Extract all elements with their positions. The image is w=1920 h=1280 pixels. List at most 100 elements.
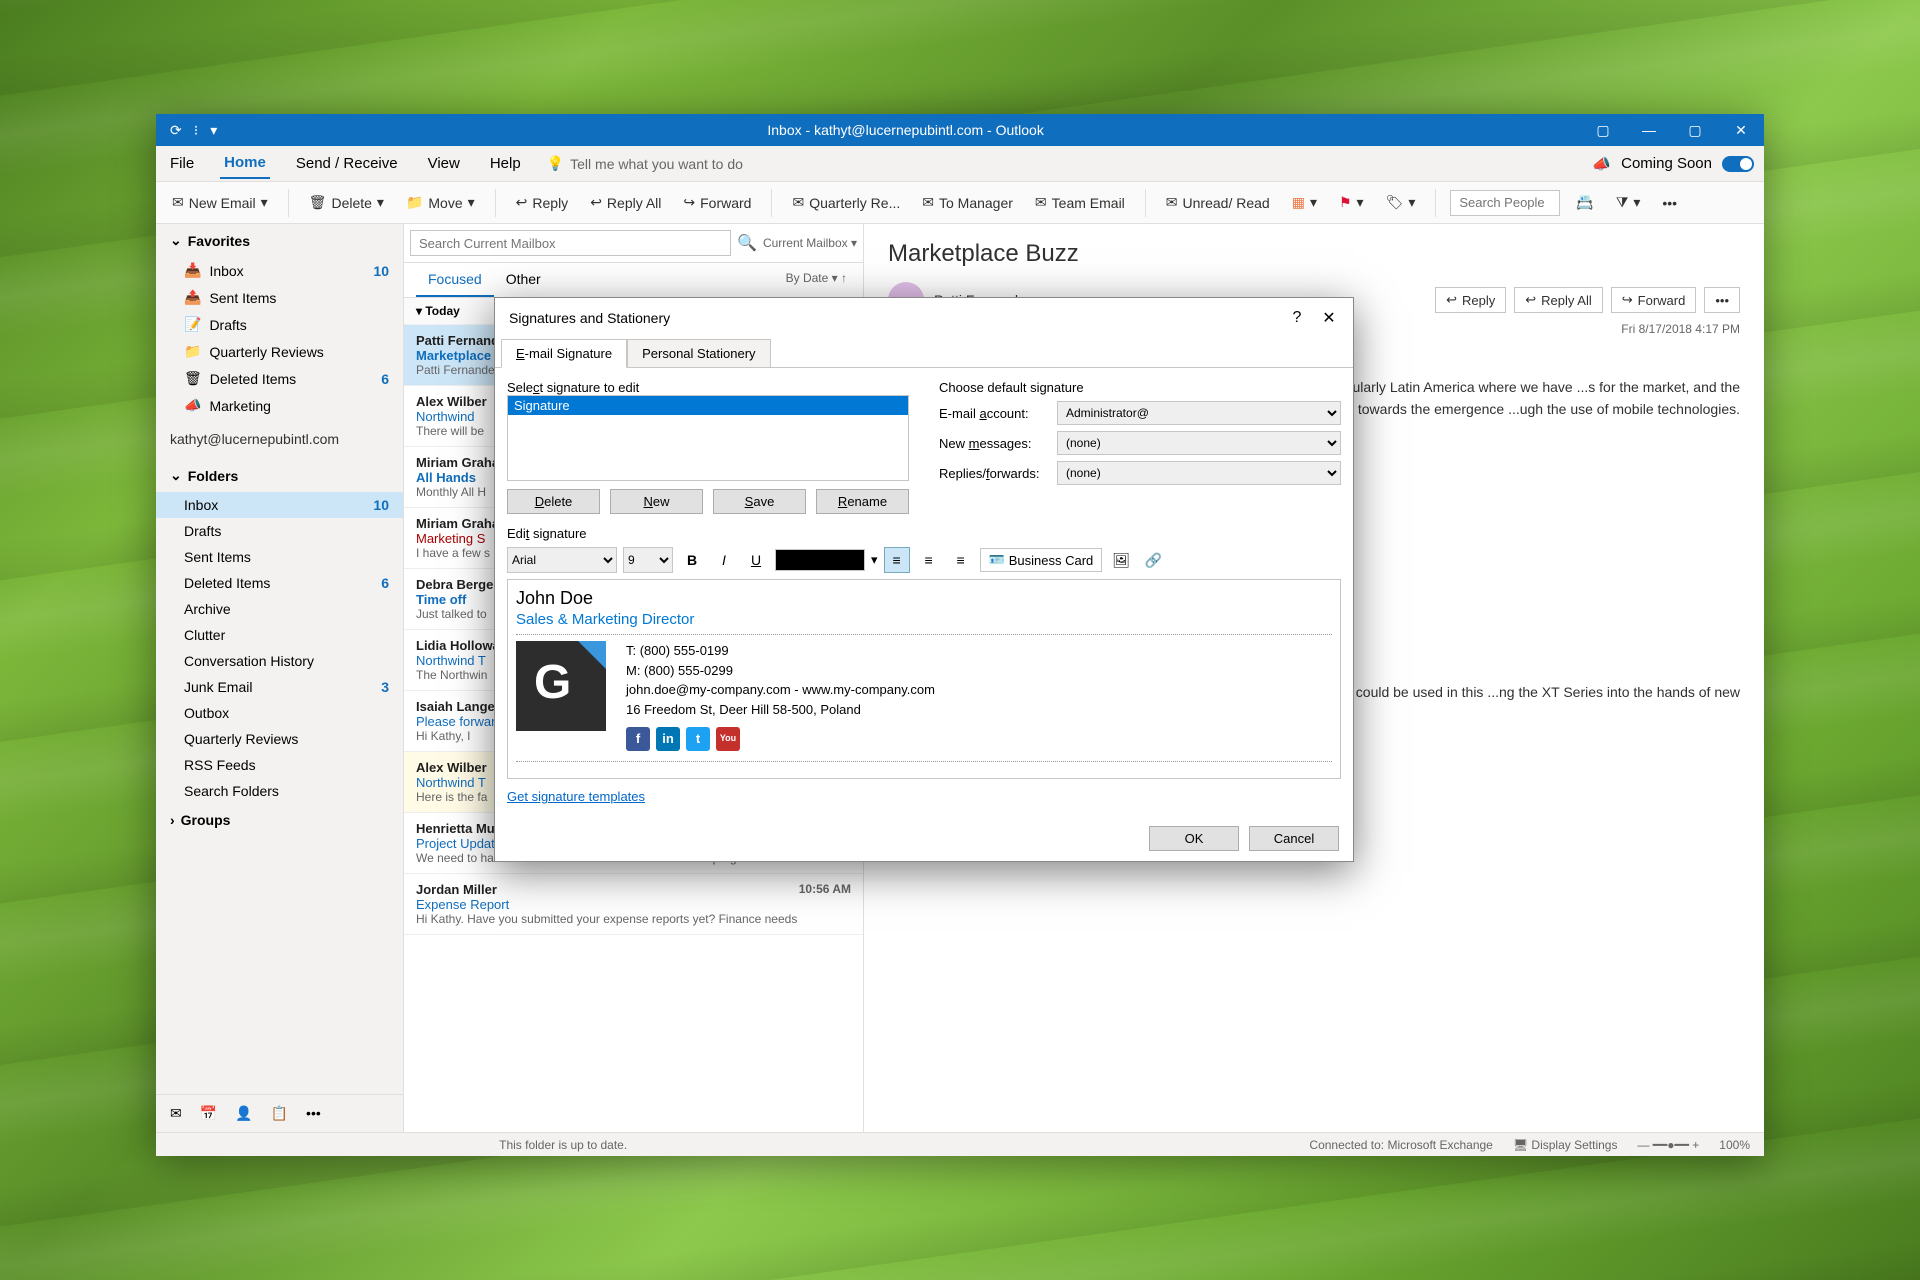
insert-link-button[interactable]: 🔗 bbox=[1140, 547, 1166, 573]
favorite-item[interactable]: 📝Drafts bbox=[156, 311, 403, 338]
folder-item[interactable]: Quarterly Reviews bbox=[156, 726, 403, 752]
folder-item[interactable]: Conversation History bbox=[156, 648, 403, 674]
forward-button[interactable]: ↪Forward bbox=[677, 190, 757, 215]
save-signature-button[interactable]: Save bbox=[713, 489, 806, 514]
search-people-input[interactable] bbox=[1450, 190, 1560, 216]
quick-step-team-email[interactable]: ✉Team Email bbox=[1029, 190, 1131, 215]
sync-icon[interactable]: ⟳ bbox=[170, 122, 182, 139]
signature-list-item[interactable]: Signature bbox=[508, 396, 908, 415]
tell-me-search[interactable]: 💡 Tell me what you want to do bbox=[547, 155, 743, 172]
display-settings-button[interactable]: 🖥 Display Settings bbox=[1513, 1138, 1618, 1152]
align-left-button[interactable]: ≡ bbox=[884, 547, 910, 573]
zoom-slider[interactable]: — ━━●━━ + bbox=[1637, 1138, 1699, 1152]
replies-forwards-select[interactable]: (none) bbox=[1057, 461, 1341, 485]
minimize-button[interactable]: — bbox=[1626, 114, 1672, 146]
align-right-button[interactable]: ≡ bbox=[948, 547, 974, 573]
people-nav-icon[interactable]: 👤 bbox=[235, 1105, 252, 1122]
favorite-item[interactable]: 📁Quarterly Reviews bbox=[156, 338, 403, 365]
coming-soon-toggle[interactable] bbox=[1722, 156, 1754, 172]
close-button[interactable]: ✕ bbox=[1718, 114, 1764, 146]
reply-all-button[interactable]: ↩Reply All bbox=[584, 190, 667, 215]
reply-button[interactable]: ↩Reply bbox=[510, 190, 575, 215]
folder-item[interactable]: Deleted Items6 bbox=[156, 570, 403, 596]
get-templates-link[interactable]: Get signature templates bbox=[507, 789, 645, 804]
flag-button[interactable]: ⚑▾ bbox=[1333, 190, 1370, 215]
delete-signature-button[interactable]: Delete bbox=[507, 489, 600, 514]
new-email-button[interactable]: ✉New Email ▾ bbox=[166, 190, 274, 215]
folder-item[interactable]: RSS Feeds bbox=[156, 752, 403, 778]
folder-item[interactable]: Archive bbox=[156, 596, 403, 622]
favorite-item[interactable]: 🗑Deleted Items6 bbox=[156, 365, 403, 392]
underline-button[interactable]: U bbox=[743, 547, 769, 573]
reading-forward-button[interactable]: ↪ Forward bbox=[1611, 287, 1697, 313]
quick-step-quarterly[interactable]: ✉Quarterly Re... bbox=[786, 190, 906, 215]
menu-help[interactable]: Help bbox=[486, 149, 525, 178]
folder-item[interactable]: Sent Items bbox=[156, 544, 403, 570]
sort-dropdown[interactable]: By Date ▾ ↑ bbox=[782, 263, 851, 297]
menu-send-receive[interactable]: Send / Receive bbox=[292, 149, 402, 178]
favorites-header[interactable]: ⌄ Favorites bbox=[156, 224, 403, 257]
folder-item[interactable]: Outbox bbox=[156, 700, 403, 726]
insert-picture-button[interactable]: 🖼 bbox=[1108, 547, 1134, 573]
policy-button[interactable]: 🏷▾ bbox=[1380, 190, 1422, 215]
new-messages-select[interactable]: (none) bbox=[1057, 431, 1341, 455]
address-book-button[interactable]: 📇 bbox=[1570, 190, 1599, 215]
folder-item[interactable]: Clutter bbox=[156, 622, 403, 648]
reading-more-button[interactable]: ••• bbox=[1704, 287, 1740, 313]
unread-read-button[interactable]: ✉Unread/ Read bbox=[1160, 190, 1276, 215]
delete-button[interactable]: 🗑Delete ▾ bbox=[303, 190, 390, 215]
italic-button[interactable]: I bbox=[711, 547, 737, 573]
font-color-picker[interactable] bbox=[775, 549, 865, 571]
folder-item[interactable]: Search Folders bbox=[156, 778, 403, 804]
menu-file[interactable]: File bbox=[166, 149, 198, 178]
signature-list[interactable]: Signature bbox=[507, 395, 909, 481]
align-center-button[interactable]: ≡ bbox=[916, 547, 942, 573]
more-button[interactable]: ••• bbox=[1656, 191, 1683, 215]
quick-access-icon[interactable]: ⁝ bbox=[194, 122, 198, 139]
mail-nav-icon[interactable]: ✉ bbox=[170, 1105, 182, 1122]
bold-button[interactable]: B bbox=[679, 547, 705, 573]
folder-item[interactable]: Inbox10 bbox=[156, 492, 403, 518]
color-dropdown[interactable]: ▾ bbox=[871, 552, 878, 568]
font-size-select[interactable]: 9 bbox=[623, 547, 673, 573]
font-select[interactable]: Arial bbox=[507, 547, 617, 573]
mailbox-search-input[interactable] bbox=[410, 230, 731, 256]
account-label[interactable]: kathyt@lucernepubintl.com bbox=[156, 419, 403, 459]
filter-button[interactable]: ⧩▾ bbox=[1610, 190, 1647, 215]
message-item[interactable]: Jordan Miller10:56 AMExpense ReportHi Ka… bbox=[404, 874, 863, 935]
tab-email-signature[interactable]: E-mail Signature bbox=[501, 339, 627, 368]
more-nav-icon[interactable]: ••• bbox=[306, 1105, 321, 1122]
favorite-item[interactable]: 📥Inbox10 bbox=[156, 257, 403, 284]
rename-signature-button[interactable]: Rename bbox=[816, 489, 909, 514]
categorize-button[interactable]: ▦▾ bbox=[1286, 190, 1323, 215]
maximize-button[interactable]: ▢ bbox=[1672, 114, 1718, 146]
cancel-button[interactable]: Cancel bbox=[1249, 826, 1339, 851]
quick-step-to-manager[interactable]: ✉To Manager bbox=[916, 190, 1019, 215]
favorite-item[interactable]: 📤Sent Items bbox=[156, 284, 403, 311]
groups-header[interactable]: › Groups bbox=[156, 804, 403, 836]
dialog-help-button[interactable]: ? bbox=[1287, 309, 1307, 327]
search-icon[interactable]: 🔍 bbox=[737, 233, 757, 253]
favorite-item[interactable]: 📣Marketing bbox=[156, 392, 403, 419]
dropdown-icon[interactable]: ▾ bbox=[210, 122, 217, 139]
new-signature-button[interactable]: New bbox=[610, 489, 703, 514]
menu-view[interactable]: View bbox=[424, 149, 464, 178]
tab-other[interactable]: Other bbox=[494, 263, 553, 297]
menu-home[interactable]: Home bbox=[220, 148, 270, 179]
reading-reply-all-button[interactable]: ↩ Reply All bbox=[1514, 287, 1602, 313]
email-account-select[interactable]: Administrator@ bbox=[1057, 401, 1341, 425]
business-card-button[interactable]: 🪪Business Card bbox=[980, 548, 1103, 572]
calendar-nav-icon[interactable]: 📅 bbox=[200, 1105, 217, 1122]
folders-header[interactable]: ⌄ Folders bbox=[156, 459, 403, 492]
dialog-close-button[interactable]: ✕ bbox=[1319, 308, 1339, 328]
tasks-nav-icon[interactable]: 📋 bbox=[271, 1105, 288, 1122]
tab-personal-stationery[interactable]: Personal Stationery bbox=[627, 339, 770, 368]
signature-editor[interactable]: John Doe Sales & Marketing Director T: (… bbox=[507, 579, 1341, 779]
reading-reply-button[interactable]: ↩ Reply bbox=[1435, 287, 1506, 313]
folder-item[interactable]: Drafts bbox=[156, 518, 403, 544]
tab-focused[interactable]: Focused bbox=[416, 263, 494, 297]
ok-button[interactable]: OK bbox=[1149, 826, 1239, 851]
search-scope[interactable]: Current Mailbox ▾ bbox=[763, 236, 857, 250]
ribbon-options-icon[interactable]: ▢ bbox=[1580, 114, 1626, 146]
move-button[interactable]: 📁Move ▾ bbox=[400, 190, 481, 215]
